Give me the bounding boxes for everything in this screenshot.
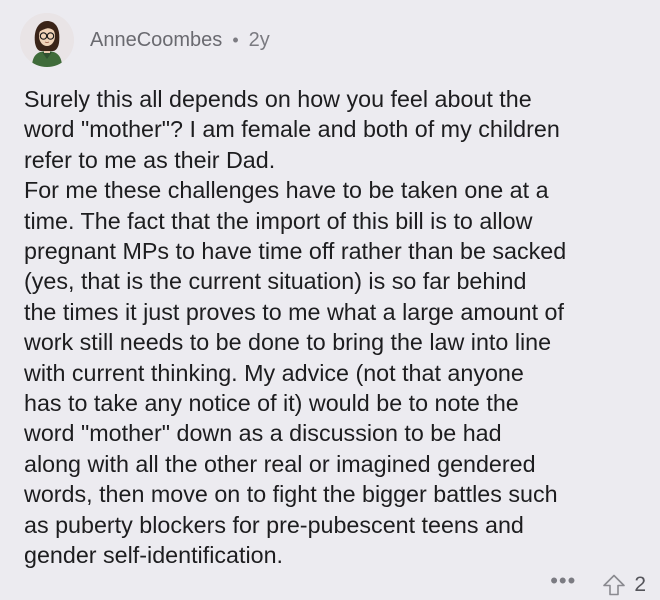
avatar-illustration bbox=[20, 13, 74, 67]
comment-line: gender self-identification. bbox=[24, 542, 284, 569]
vote-count: 2 bbox=[634, 573, 646, 596]
author-name[interactable]: AnneCoombes bbox=[90, 29, 222, 52]
comment-actions: ••• 2 bbox=[550, 570, 646, 600]
comment-line: time. The fact that the import of this b… bbox=[24, 207, 533, 234]
avatar[interactable] bbox=[20, 13, 74, 67]
comment-line: words, then move on to fight the bigger … bbox=[24, 481, 558, 508]
comment-meta: AnneCoombes • 2y bbox=[90, 29, 270, 52]
comment-line: work still needs to be done to bring the… bbox=[24, 329, 552, 356]
comment-line: the times it just proves to me what a la… bbox=[24, 298, 564, 325]
comment-card: AnneCoombes • 2y Surely this all depends… bbox=[0, 0, 660, 600]
comment-line: For me these challenges have to be taken… bbox=[24, 177, 549, 204]
meta-separator: • bbox=[232, 29, 239, 50]
comment-line: has to take any notice of it) would be t… bbox=[24, 390, 519, 417]
comment-line: with current thinking. My advice (not th… bbox=[24, 359, 524, 386]
more-options-icon[interactable]: ••• bbox=[550, 570, 576, 600]
comment-age: 2y bbox=[248, 28, 270, 51]
comment-header: AnneCoombes • 2y bbox=[20, 12, 270, 68]
comment-line: (yes, that is the current situation) is … bbox=[24, 268, 527, 295]
comment-line: word "mother" down as a discussion to be… bbox=[24, 420, 502, 447]
comment-line: along with all the other real or imagine… bbox=[24, 450, 536, 477]
comment-body: Surely this all depends on how you feel … bbox=[24, 84, 654, 571]
comment-line: word "mother"? I am female and both of m… bbox=[24, 116, 560, 143]
upvote-arrow-icon bbox=[603, 574, 626, 596]
comment-line: refer to me as their Dad. bbox=[24, 146, 276, 173]
comment-line: as puberty blockers for pre-pubescent te… bbox=[24, 511, 524, 538]
upvote-button[interactable] bbox=[602, 573, 626, 597]
comment-line: pregnant MPs to have time off rather tha… bbox=[24, 238, 567, 265]
comment-line: Surely this all depends on how you feel … bbox=[24, 86, 532, 112]
